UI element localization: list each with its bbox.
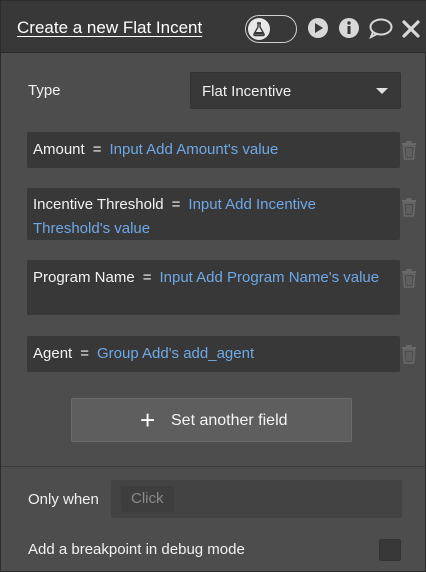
type-dropdown-value: Flat Incentive — [202, 83, 292, 100]
breakpoint-label: Add a breakpoint in debug mode — [28, 541, 245, 558]
field-row-incentive-threshold[interactable]: Incentive Threshold = Input Add Incentive … — [27, 188, 400, 240]
field-name: Agent — [33, 345, 73, 362]
only-when-input[interactable]: Click — [111, 480, 402, 518]
trash-icon[interactable] — [400, 344, 418, 364]
only-when-label: Only when — [28, 491, 99, 508]
info-icon[interactable] — [338, 17, 360, 39]
field-name: Program Name — [33, 269, 135, 286]
play-icon[interactable] — [307, 17, 329, 39]
chevron-down-icon — [376, 88, 388, 94]
action-editor-panel: Create a new Flat Incent Type Flat Incen… — [0, 0, 426, 572]
field-equals: = — [80, 345, 89, 362]
field-value[interactable]: Input Add Amount's value — [109, 141, 278, 158]
panel-title[interactable]: Create a new Flat Incent — [17, 18, 202, 38]
section-divider — [1, 466, 426, 467]
field-row-agent[interactable]: Agent = Group Add's add_agent — [27, 336, 400, 372]
debug-toggle[interactable] — [245, 15, 297, 43]
field-equals: = — [142, 269, 152, 286]
set-another-field-label: Set another field — [171, 412, 288, 429]
field-value[interactable]: Input Add Program Name's value — [159, 269, 379, 286]
field-value[interactable]: Group Add's add_agent — [97, 345, 254, 362]
field-equals: = — [171, 196, 181, 213]
field-row-amount[interactable]: Amount = Input Add Amount's value — [27, 132, 400, 168]
type-label: Type — [28, 82, 61, 99]
field-name: Incentive Threshold — [33, 196, 164, 213]
field-name: Amount — [33, 141, 85, 158]
type-dropdown[interactable]: Flat Incentive — [190, 72, 401, 109]
trash-icon[interactable] — [400, 197, 418, 217]
trash-icon[interactable] — [400, 140, 418, 160]
field-row-program-name[interactable]: Program Name = Input Add Program Name's va… — [27, 260, 400, 315]
plus-icon: + — [140, 405, 156, 435]
field-equals: = — [92, 141, 102, 158]
toggle-knob — [248, 18, 270, 40]
comment-icon[interactable] — [368, 17, 394, 39]
set-another-field-button[interactable]: + Set another field — [71, 398, 352, 442]
panel-header: Create a new Flat Incent — [1, 1, 426, 53]
only-when-placeholder[interactable]: Click — [121, 486, 174, 512]
flask-icon — [253, 22, 265, 37]
close-icon[interactable] — [402, 17, 420, 39]
breakpoint-checkbox[interactable] — [379, 539, 401, 561]
trash-icon[interactable] — [400, 268, 418, 288]
